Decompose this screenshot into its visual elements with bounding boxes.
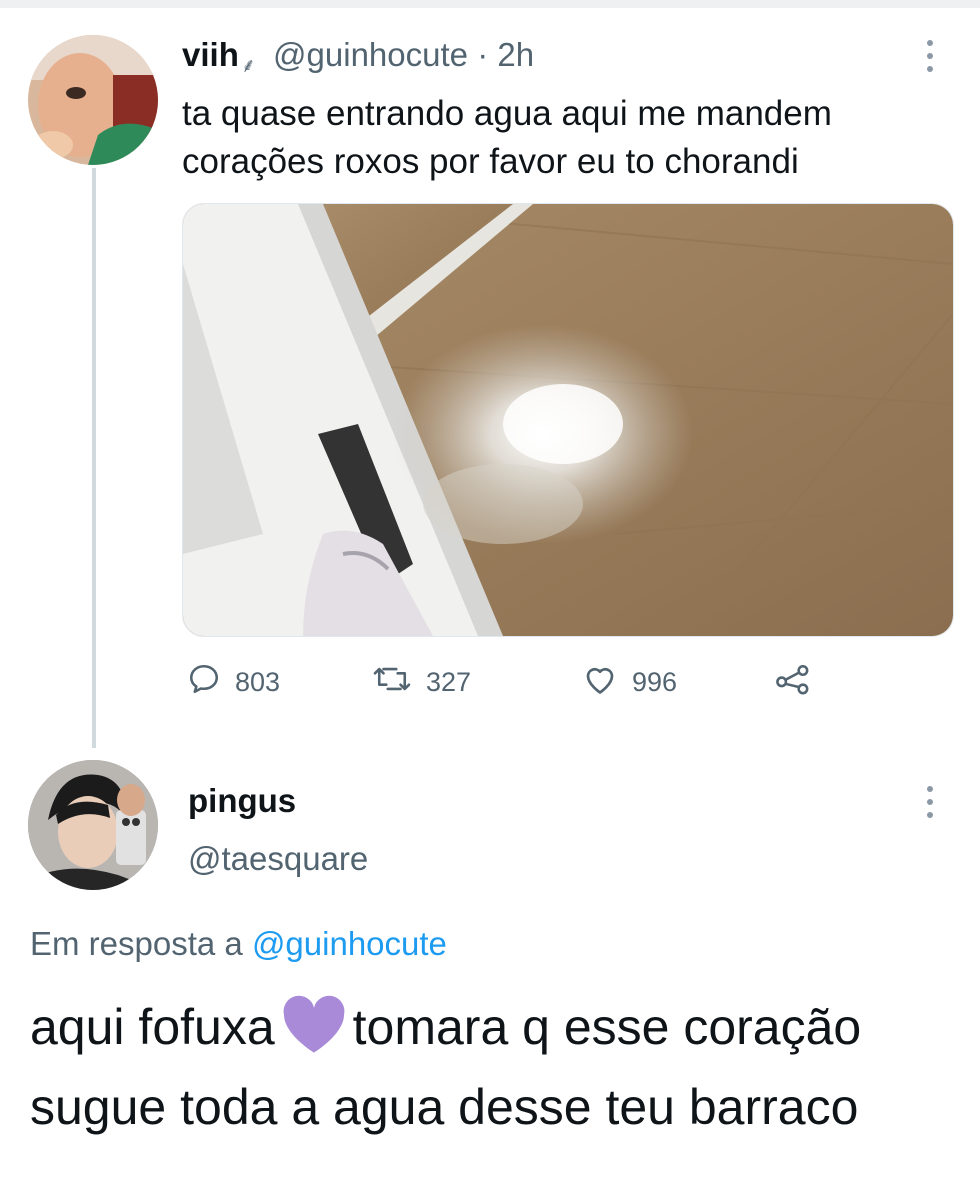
like-count: 996 xyxy=(632,667,678,697)
retweet-count: 327 xyxy=(426,667,472,697)
reply-text-part-1: aqui fofuxa xyxy=(30,999,275,1055)
tweet-actions: 803 327 996 xyxy=(182,662,882,706)
reply-button[interactable]: 803 xyxy=(187,662,280,703)
more-icon[interactable] xyxy=(927,40,933,72)
reply-text: aqui fofuxa tomara q esse coração sugue t… xyxy=(30,992,960,1142)
name-emoji: ⸙ xyxy=(240,55,256,77)
mention-link[interactable]: @guinhocute xyxy=(252,925,447,962)
share-icon xyxy=(774,662,812,703)
separator: · xyxy=(477,36,489,73)
more-icon[interactable] xyxy=(927,786,933,818)
display-name[interactable]: pingus xyxy=(188,782,296,820)
avatar[interactable] xyxy=(28,35,158,165)
like-button[interactable]: 996 xyxy=(582,662,677,703)
reply-icon xyxy=(187,662,221,703)
reply-count: 803 xyxy=(235,667,281,697)
user-handle[interactable]: @taesquare xyxy=(188,840,368,878)
share-button[interactable] xyxy=(774,662,812,703)
tweet-header: viih ⸙ @guinhocute · 2h xyxy=(182,36,534,78)
thread-connector-line xyxy=(92,168,96,748)
display-name[interactable]: viih xyxy=(182,36,239,73)
purple-heart-icon xyxy=(281,994,347,1072)
avatar[interactable] xyxy=(28,760,158,890)
user-handle[interactable]: @guinhocute xyxy=(273,36,468,73)
timestamp[interactable]: 2h xyxy=(497,36,534,73)
retweet-button[interactable]: 327 xyxy=(372,662,471,703)
tweet-text: ta quase entrando agua aqui me mandem co… xyxy=(182,94,832,181)
heart-icon xyxy=(582,662,618,703)
replying-prefix: Em resposta a xyxy=(30,925,243,962)
top-divider xyxy=(0,0,980,8)
tweet-photo[interactable] xyxy=(182,203,954,637)
replying-to: Em resposta a @guinhocute xyxy=(30,925,447,963)
retweet-icon xyxy=(372,662,412,703)
